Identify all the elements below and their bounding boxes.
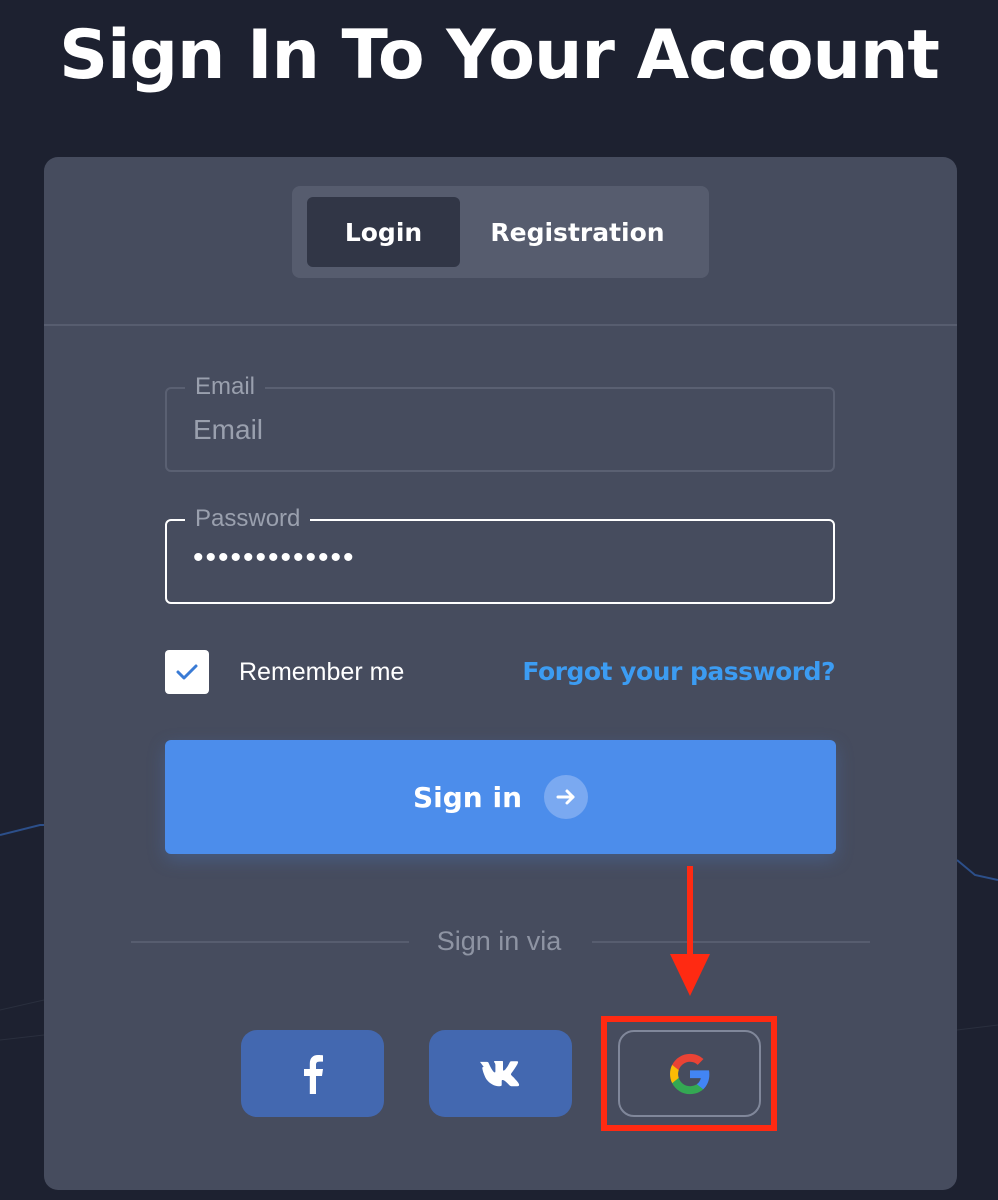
tab-registration[interactable]: Registration	[460, 197, 695, 267]
google-highlight-box	[601, 1016, 777, 1131]
vk-login-button[interactable]	[429, 1030, 572, 1117]
email-field: Email	[165, 373, 835, 472]
password-legend: Password	[185, 505, 311, 533]
remember-me-checkbox[interactable]	[165, 650, 209, 694]
auth-tabs: Login Registration	[292, 186, 709, 278]
arrow-right-icon	[544, 775, 589, 819]
tab-login[interactable]: Login	[307, 197, 460, 267]
page-title: Sign In To Your Account	[59, 16, 940, 95]
annotation-arrow	[660, 866, 720, 998]
facebook-icon	[303, 1054, 323, 1094]
vk-icon	[479, 1060, 519, 1086]
sign-in-label: Sign in	[412, 780, 523, 814]
facebook-login-button[interactable]	[241, 1030, 384, 1117]
remember-me-label: Remember me	[239, 658, 405, 686]
sign-in-button[interactable]: Sign in	[165, 740, 836, 854]
password-input[interactable]	[193, 535, 793, 581]
email-input[interactable]	[193, 407, 793, 453]
sign-in-via-heading: Sign in via	[436, 926, 562, 956]
header-divider	[44, 324, 957, 326]
checkmark-icon	[176, 664, 198, 680]
email-legend: Email	[185, 373, 266, 401]
password-field: Password	[165, 505, 835, 604]
forgot-password-link[interactable]: Forgot your password?	[522, 656, 835, 688]
